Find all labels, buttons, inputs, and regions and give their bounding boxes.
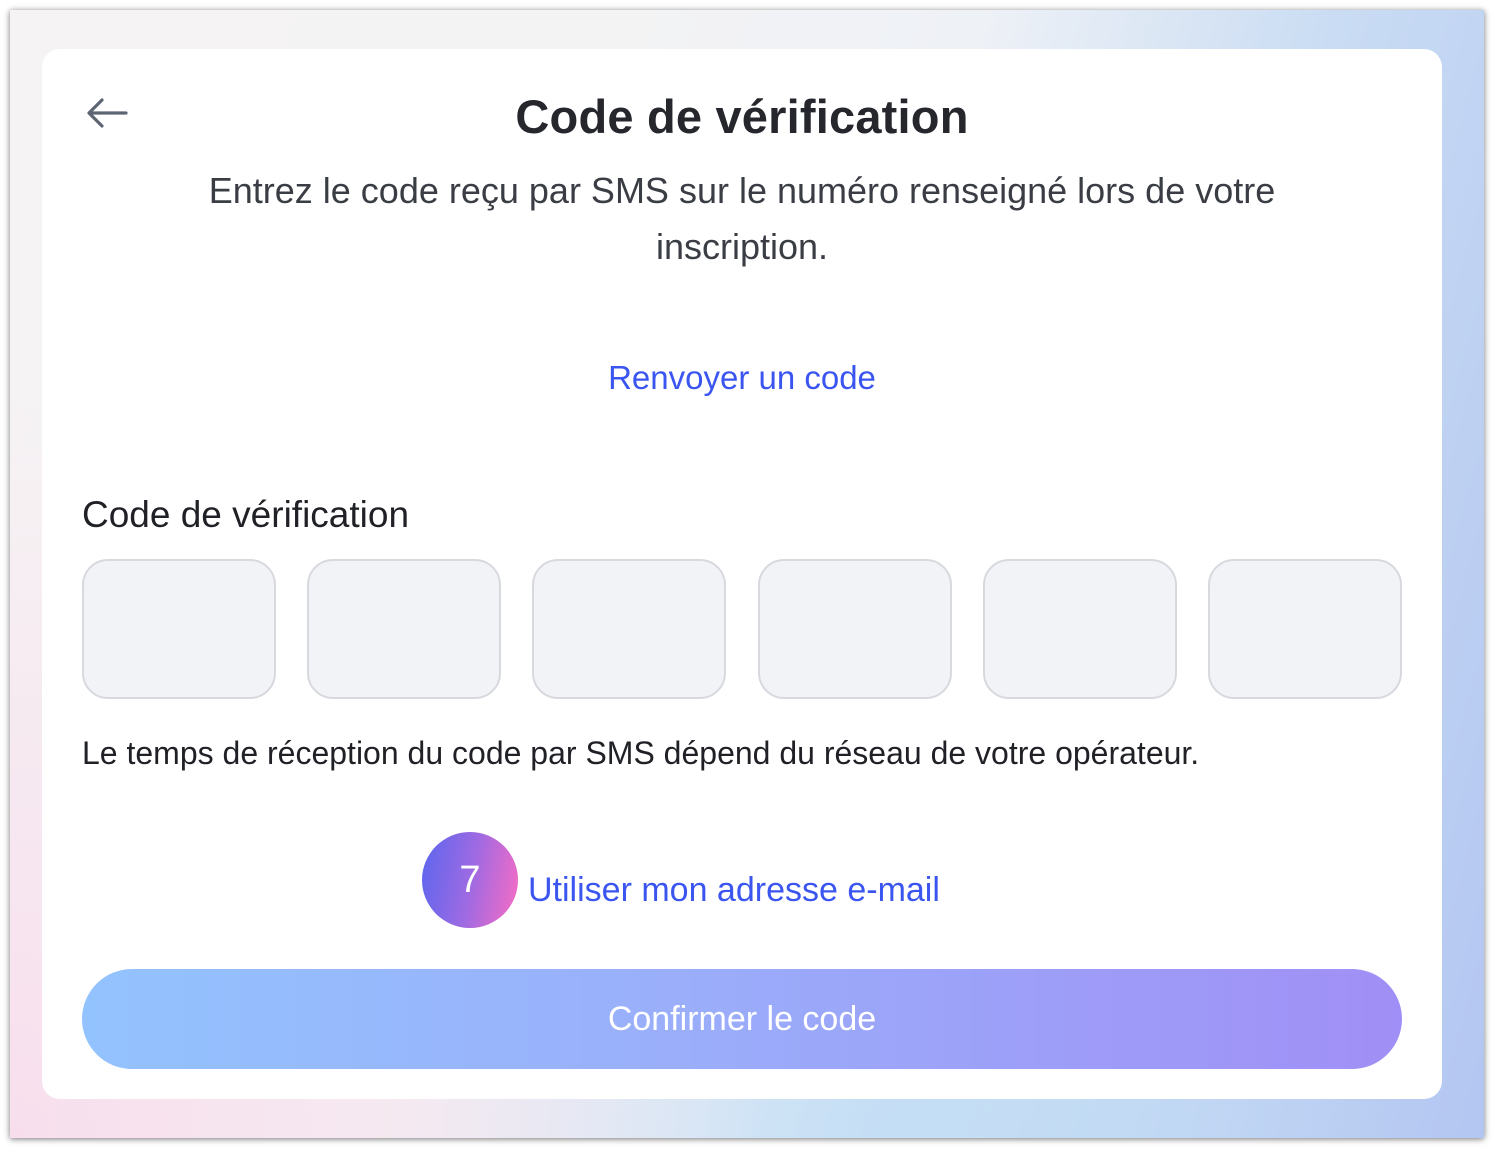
confirm-code-button[interactable]: Confirmer le code <box>82 969 1402 1069</box>
code-digit-4[interactable] <box>757 559 952 699</box>
resend-code-link[interactable]: Renvoyer un code <box>42 359 1442 397</box>
step-badge: 7 <box>422 832 518 928</box>
code-digit-1[interactable] <box>82 559 276 699</box>
code-digit-2[interactable] <box>307 559 502 699</box>
code-field-label: Code de vérification <box>82 494 410 535</box>
email-option: 7 Utiliser mon adresse e-mail <box>422 832 940 928</box>
sms-delay-hint: Le temps de réception du code par SMS dé… <box>82 735 1200 771</box>
page-subtitle: Entrez le code reçu par SMS sur le numér… <box>208 170 1276 267</box>
page-title: Code de vérification <box>515 90 969 143</box>
code-digit-5[interactable] <box>982 559 1177 699</box>
use-email-link[interactable]: Utiliser mon adresse e-mail <box>528 871 940 910</box>
code-digit-3[interactable] <box>532 559 727 699</box>
code-digit-6[interactable] <box>1207 559 1402 699</box>
verification-card: Code de vérification Entrez le code reçu… <box>42 49 1442 1099</box>
window-frame: Code de vérification Entrez le code reçu… <box>10 10 1484 1138</box>
code-input-group <box>82 559 1402 699</box>
